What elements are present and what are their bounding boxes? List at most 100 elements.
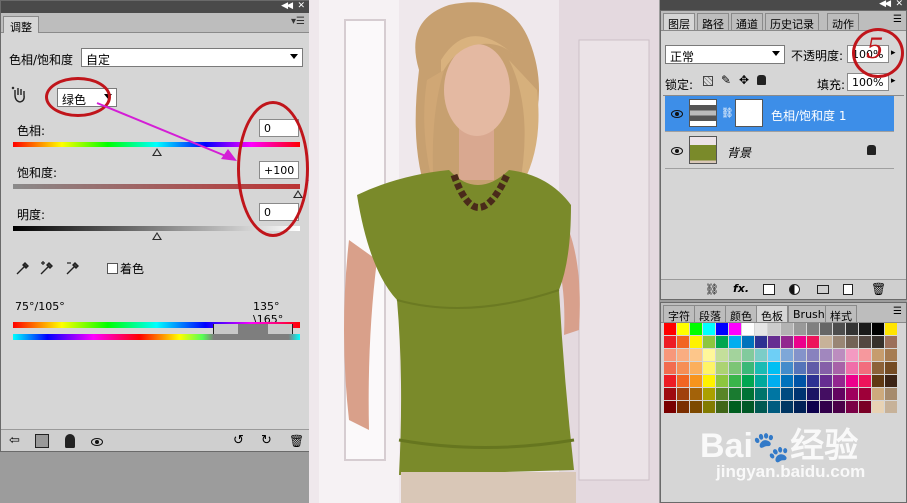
fx-icon[interactable]: fx. [733,282,749,295]
color-swatch[interactable] [742,362,754,374]
eyedropper-minus-icon[interactable] [65,260,81,276]
visibility-eye-icon[interactable] [671,147,683,155]
color-swatch[interactable] [755,375,767,387]
back-arrow-icon[interactable]: ⇦ [9,434,23,448]
color-swatch[interactable] [846,362,858,374]
color-swatch[interactable] [742,349,754,361]
color-swatch[interactable] [794,401,806,413]
targeted-adjustment-hand-icon[interactable] [11,86,29,104]
color-swatch[interactable] [690,336,702,348]
color-swatch[interactable] [846,388,858,400]
panel-menu-icon[interactable]: ☰ [893,14,902,25]
chain-link-icon[interactable]: ⛓ [721,108,734,119]
fill-arrow-icon[interactable]: ▸ [891,76,896,86]
photo-canvas[interactable] [309,0,659,503]
range-selector[interactable] [213,324,293,334]
color-swatch[interactable] [807,323,819,335]
tab-actions[interactable]: 动作 [827,13,859,31]
layer-row-hue-sat[interactable]: ⛓ 色相/饱和度 1 [665,96,894,132]
color-swatch[interactable] [664,349,676,361]
color-swatch[interactable] [846,323,858,335]
lock-all-icon[interactable] [757,75,766,85]
color-swatch[interactable] [703,388,715,400]
color-swatch[interactable] [677,362,689,374]
color-swatch[interactable] [807,362,819,374]
color-swatch[interactable] [833,323,845,335]
color-swatch[interactable] [781,401,793,413]
color-swatch[interactable] [807,401,819,413]
color-swatch[interactable] [820,401,832,413]
color-swatch[interactable] [807,349,819,361]
tab-channels[interactable]: 通道 [731,13,763,31]
color-swatch[interactable] [729,362,741,374]
tab-history[interactable]: 历史记录 [765,13,819,31]
color-swatch[interactable] [729,375,741,387]
color-swatch[interactable] [859,323,871,335]
tab-character[interactable]: 字符 [663,305,695,323]
color-swatch[interactable] [729,388,741,400]
color-swatch[interactable] [755,362,767,374]
color-swatch[interactable] [703,336,715,348]
color-swatch[interactable] [716,375,728,387]
color-swatch[interactable] [794,349,806,361]
color-swatch[interactable] [664,375,676,387]
color-swatch[interactable] [729,336,741,348]
color-swatch[interactable] [885,401,897,413]
color-swatch[interactable] [807,375,819,387]
color-swatch[interactable] [703,362,715,374]
color-swatch[interactable] [768,349,780,361]
lock-move-icon[interactable]: ✥ [739,73,749,87]
color-swatch[interactable] [794,388,806,400]
tab-swatches[interactable]: 色板 [756,305,788,323]
collapse-icon[interactable]: ◀◀ [879,0,891,9]
color-swatch[interactable] [781,375,793,387]
tab-paragraph[interactable]: 段落 [694,305,726,323]
color-swatch[interactable] [859,388,871,400]
color-swatch[interactable] [807,336,819,348]
color-swatch[interactable] [872,336,884,348]
color-swatch[interactable] [885,388,897,400]
layer-mask-thumbnail[interactable] [735,99,763,127]
color-swatch[interactable] [716,388,728,400]
link-layers-icon[interactable]: ⛓ [705,283,719,296]
color-swatch[interactable] [872,349,884,361]
color-swatch[interactable] [833,388,845,400]
color-swatch[interactable] [833,362,845,374]
color-swatch[interactable] [755,388,767,400]
color-swatch[interactable] [885,336,897,348]
color-swatch[interactable] [690,401,702,413]
panel-menu-icon[interactable]: ▾☰ [291,16,305,27]
color-swatch[interactable] [729,401,741,413]
view-previous-icon[interactable]: ↺ [233,434,247,448]
color-swatch[interactable] [664,323,676,335]
color-swatch[interactable] [742,336,754,348]
panel-menu-icon[interactable]: ☰ [893,306,902,317]
color-swatch[interactable] [716,349,728,361]
color-swatch[interactable] [703,323,715,335]
colorize-checkbox[interactable] [107,263,118,274]
color-swatch[interactable] [716,336,728,348]
color-swatch[interactable] [872,362,884,374]
color-swatch[interactable] [872,375,884,387]
add-mask-icon[interactable] [763,284,775,295]
color-swatch[interactable] [690,349,702,361]
color-swatch[interactable] [690,362,702,374]
color-swatch[interactable] [820,362,832,374]
color-swatch[interactable] [781,323,793,335]
color-swatch[interactable] [781,388,793,400]
color-swatch[interactable] [859,401,871,413]
color-swatch[interactable] [677,388,689,400]
color-swatch[interactable] [833,349,845,361]
visibility-eye-icon[interactable] [671,110,683,118]
range-core[interactable] [238,324,268,334]
color-swatch[interactable] [690,375,702,387]
color-swatch[interactable] [781,336,793,348]
color-swatch[interactable] [846,401,858,413]
collapse-icon[interactable]: ◀◀ [281,1,293,12]
color-swatch[interactable] [677,401,689,413]
color-swatch[interactable] [677,375,689,387]
color-swatch[interactable] [859,349,871,361]
color-swatch[interactable] [833,401,845,413]
color-swatch[interactable] [768,323,780,335]
color-swatch[interactable] [690,323,702,335]
